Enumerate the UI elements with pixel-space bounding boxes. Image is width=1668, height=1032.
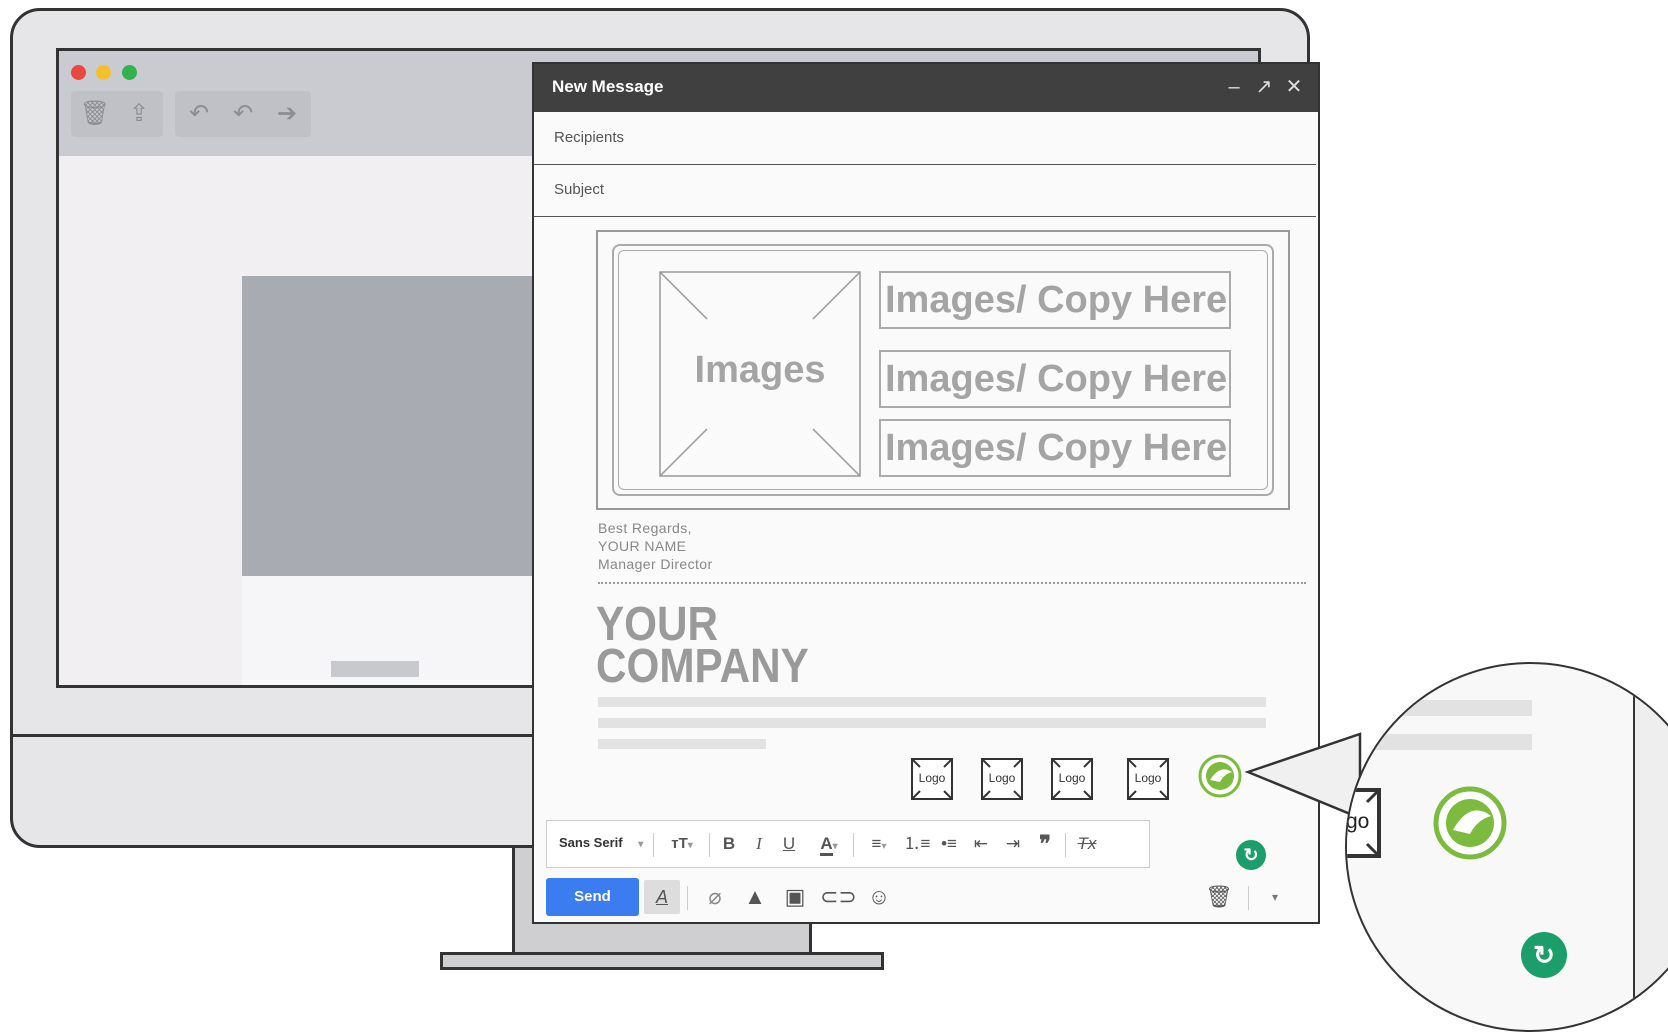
email-template-block: Images Images/ Copy Here Images/ Copy He…	[596, 230, 1290, 510]
window-close-dot[interactable]	[71, 65, 86, 80]
zoom-callout: Logo ↻	[1345, 662, 1668, 1032]
reply-all-icon[interactable]: ↶	[221, 91, 265, 137]
trash-icon[interactable]: 🗑	[73, 91, 117, 137]
numbered-list-icon[interactable]: ⒈≡	[903, 831, 931, 857]
logo-label: Logo	[988, 771, 1016, 785]
zoom-window-edge	[1633, 664, 1668, 1030]
font-family-select[interactable]: Sans Serif ▾	[559, 835, 643, 850]
signature-role: Manager Director	[598, 556, 713, 572]
toolbar-divider	[853, 833, 854, 857]
toolbar-divider	[1065, 833, 1066, 857]
minimize-icon[interactable]: –	[1222, 75, 1246, 99]
text-placeholder-line	[598, 718, 1266, 728]
underline-button[interactable]: U	[777, 831, 801, 857]
myhijau-logo-icon	[1198, 754, 1242, 798]
toolbar-divider	[687, 886, 688, 910]
toolbar-divider	[653, 833, 654, 857]
zoom-myhijau-logo-icon	[1433, 786, 1507, 860]
background-placeholder-pill	[331, 661, 419, 677]
toolbar-divider	[709, 833, 710, 857]
copy-block-2: Images/ Copy Here	[879, 350, 1231, 408]
reply-icon[interactable]: ↶	[177, 91, 221, 137]
move-folder-icon[interactable]: ⇪	[117, 91, 161, 137]
insert-photo-icon[interactable]: ▣	[778, 880, 812, 914]
copy-block-1: Images/ Copy Here	[879, 271, 1231, 329]
logo-label: Logo	[918, 771, 946, 785]
logo-placeholder: Logo	[911, 758, 953, 800]
zoom-logo-placeholder: Logo	[1345, 788, 1381, 858]
grammarly-icon[interactable]: ↻	[1236, 840, 1266, 870]
logo-label: Logo	[1058, 771, 1086, 785]
signature-name: YOUR NAME	[598, 538, 687, 554]
subject-placeholder: Subject	[554, 181, 605, 198]
expand-icon[interactable]: ↗	[1252, 75, 1276, 99]
subject-field[interactable]: Subject	[534, 164, 1316, 217]
mail-toolbar-group-2: ↶ ↶ ➔	[175, 91, 311, 137]
attach-icon[interactable]: ⌀	[698, 880, 732, 914]
forward-icon[interactable]: ➔	[265, 91, 309, 137]
text-color-button[interactable]: A▾	[809, 831, 849, 857]
template-inner-frame: Images Images/ Copy Here Images/ Copy He…	[618, 250, 1268, 490]
compose-header: New Message – ↗ ✕	[534, 64, 1318, 112]
image-placeholder-label: Images	[694, 349, 826, 391]
zoom-myhijau-badge	[1433, 786, 1507, 860]
close-icon[interactable]: ✕	[1282, 75, 1306, 99]
formatting-toolbar: Sans Serif ▾ ᴛT▾ B I U A▾ ≡▾ ⒈≡ •≡ ⇤ ⇥ ❞…	[546, 820, 1150, 868]
copy-block-3: Images/ Copy Here	[879, 419, 1231, 477]
discard-draft-icon[interactable]: 🗑	[1202, 880, 1236, 914]
indent-less-icon[interactable]: ⇤	[967, 831, 995, 857]
logo-label: Logo	[1134, 771, 1162, 785]
recipients-field[interactable]: Recipients	[534, 112, 1316, 165]
text-color-label: A	[820, 834, 833, 856]
zoom-text-line	[1347, 734, 1532, 750]
monitor-stand-base	[440, 952, 884, 970]
window-zoom-dot[interactable]	[122, 65, 137, 80]
signature-closing: Best Regards,	[598, 520, 692, 536]
image-placeholder: Images	[659, 271, 861, 477]
send-button[interactable]: Send	[546, 878, 639, 916]
recipients-placeholder: Recipients	[554, 129, 625, 146]
compose-window: New Message – ↗ ✕ Recipients Subject Ima…	[532, 62, 1320, 924]
logo-placeholder: Logo	[981, 758, 1023, 800]
drive-icon[interactable]: ▲	[738, 880, 772, 914]
italic-button[interactable]: I	[747, 831, 771, 857]
bulleted-list-icon[interactable]: •≡	[935, 831, 963, 857]
window-minimize-dot[interactable]	[96, 65, 111, 80]
align-icon[interactable]: ≡▾	[859, 831, 899, 857]
template-frame: Images Images/ Copy Here Images/ Copy He…	[612, 244, 1274, 496]
font-size-icon[interactable]: ᴛT▾	[659, 831, 705, 857]
signature-divider	[598, 582, 1306, 584]
more-options-icon[interactable]: ▾	[1258, 880, 1292, 914]
compose-title: New Message	[552, 77, 664, 96]
quote-icon[interactable]: ❞	[1031, 831, 1059, 857]
toolbar-divider	[1248, 886, 1249, 910]
text-placeholder-line	[598, 697, 1266, 707]
emoji-icon[interactable]: ☺	[862, 880, 896, 914]
bold-button[interactable]: B	[717, 831, 741, 857]
text-placeholder-line	[598, 739, 766, 749]
insert-link-icon[interactable]: ⊂⊃	[820, 880, 857, 914]
indent-more-icon[interactable]: ⇥	[999, 831, 1027, 857]
logo-placeholder: Logo	[1127, 758, 1169, 800]
zoom-text-line	[1347, 700, 1532, 716]
font-family-label: Sans Serif	[559, 835, 623, 850]
formatting-toggle-button[interactable]: A	[644, 880, 680, 914]
logo-placeholder: Logo	[1051, 758, 1093, 800]
company-name-line2: COMPANY	[596, 640, 809, 693]
zoom-grammarly-icon: ↻	[1521, 932, 1567, 978]
mail-toolbar-group-1: 🗑 ⇪	[71, 91, 163, 137]
remove-formatting-button[interactable]: Tx	[1071, 831, 1103, 857]
zoom-logo-label: Logo	[1345, 810, 1370, 833]
myhijau-badge	[1198, 754, 1242, 798]
